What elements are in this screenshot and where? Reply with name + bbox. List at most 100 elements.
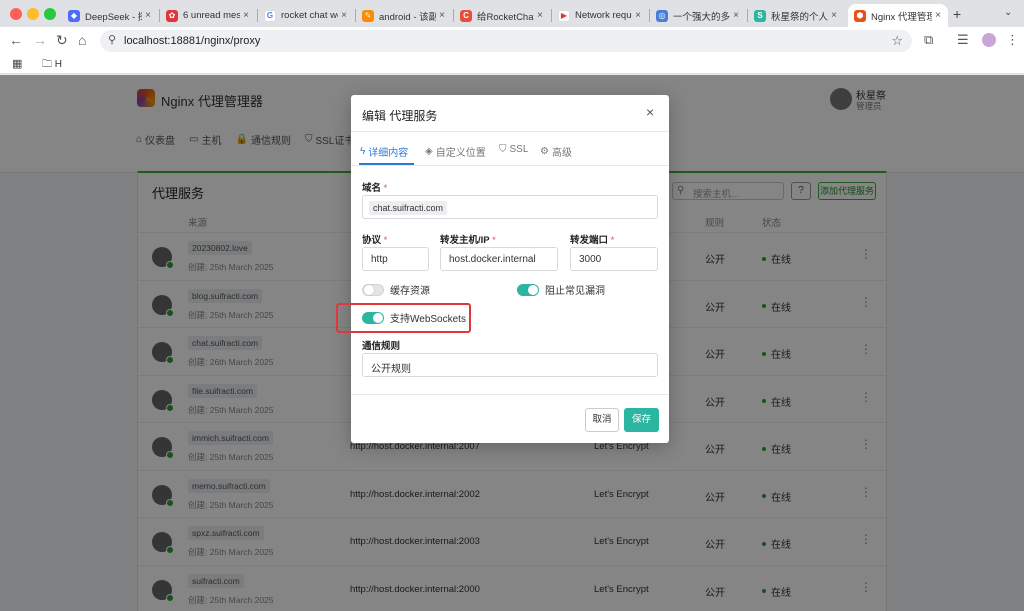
dialog-title: 编辑 代理服务 <box>362 109 438 123</box>
forward-arrow-icon[interactable]: → <box>33 32 47 48</box>
tab-label: Network reque <box>575 10 632 21</box>
nginx-favicon-icon: ⬢ <box>854 9 866 22</box>
bookmark-star-icon[interactable]: ☆ <box>891 33 903 49</box>
tab-label: 给RocketChat <box>477 11 534 23</box>
window-minimize-button[interactable] <box>27 8 39 20</box>
tab-ssl[interactable]: ⛉ SSL <box>499 144 528 155</box>
toggle-knob <box>528 284 538 295</box>
tab-label: rocket chat we <box>281 10 338 21</box>
browser-menu-icon[interactable]: ⋮ <box>1006 32 1019 48</box>
window-close-button[interactable] <box>10 8 22 20</box>
required-mark: * <box>383 183 388 194</box>
tab-close-icon[interactable]: × <box>932 10 944 21</box>
cache-assets-toggle[interactable] <box>362 283 384 296</box>
domain-chip[interactable]: chat.suifracti.com <box>369 201 448 215</box>
browser-tab-bar: ◆ DeepSeek - 探 × ✿ 6 unread mess × G roc… <box>0 0 1024 27</box>
address-bar[interactable]: ⚲ localhost:18881/nginx/proxy ☆ <box>100 30 912 52</box>
domain-names-input[interactable]: chat.suifracti.com <box>362 195 658 219</box>
home-icon[interactable]: ⌂ <box>78 32 86 48</box>
tab-label: 6 unread mess <box>183 10 240 21</box>
window-zoom-button[interactable] <box>44 8 56 20</box>
youtube-favicon-icon: ▶ <box>558 9 570 22</box>
google-favicon-icon: G <box>264 9 276 22</box>
tab-close-icon[interactable]: × <box>632 10 644 21</box>
dialog-tabs: ϟ 详细内容 ◈ 自定义位置 ⛉ SSL ⚙ 高级 <box>351 132 669 166</box>
reload-icon[interactable]: ↻ <box>56 32 68 48</box>
block-exploits-toggle[interactable] <box>517 283 539 296</box>
browser-tab[interactable]: ◆ DeepSeek - 探 × <box>62 4 158 27</box>
block-exploits-toggle-row[interactable]: 阻止常见漏洞 <box>517 282 605 297</box>
bookmarks-bar: ▦ 🗀 H <box>0 54 1024 74</box>
browser-tab[interactable]: ✎ android - 该副 × <box>356 4 452 27</box>
back-arrow-icon[interactable]: ← <box>9 32 23 48</box>
toggle-knob <box>364 284 374 295</box>
browser-tab-active[interactable]: ⬢ Nginx 代理管理 × <box>848 4 948 27</box>
forward-port-label-text: 转发端口 <box>570 235 609 246</box>
required-mark: * <box>383 235 388 246</box>
tab-label: Nginx 代理管理 <box>871 11 932 23</box>
profile-avatar-icon[interactable] <box>982 33 996 47</box>
layers-icon: ◈ <box>425 146 433 157</box>
tab-label: 高级 <box>551 148 572 159</box>
tab-close-icon[interactable]: × <box>436 10 448 21</box>
address-url[interactable]: localhost:18881/nginx/proxy <box>124 35 260 47</box>
cache-assets-toggle-row[interactable]: 缓存资源 <box>362 282 430 297</box>
access-list-label: 通信规则 <box>362 341 401 352</box>
forward-host-label: 转发主机/IP * <box>440 232 496 246</box>
tab-advanced[interactable]: ⚙ 高级 <box>540 144 572 159</box>
new-tab-button[interactable]: + <box>953 6 961 22</box>
close-icon[interactable]: × <box>646 104 654 120</box>
extensions-puzzle-icon[interactable]: ⧉ <box>924 32 933 48</box>
browser-tab[interactable]: C 给RocketChat × <box>454 4 550 27</box>
access-list-select[interactable]: 公开规则 <box>362 353 658 377</box>
tab-search-chevron-icon[interactable]: ⌄ <box>1004 7 1012 18</box>
reading-list-icon[interactable]: ☰ <box>957 32 969 48</box>
tab-label: 自定义位置 <box>435 148 486 159</box>
forward-port-input[interactable]: 3000 <box>570 247 658 271</box>
scheme-select[interactable]: http <box>362 247 429 271</box>
edit-favicon-icon: ✎ <box>362 9 374 22</box>
browser-toolbar: ← → ↻ ⌂ ⚲ localhost:18881/nginx/proxy ☆ … <box>0 27 1024 54</box>
forward-host-label-text: 转发主机/IP <box>440 235 490 246</box>
cancel-button[interactable]: 取消 <box>585 408 619 432</box>
tab-label: 一个强大的多功 <box>673 11 730 23</box>
tab-close-icon[interactable]: × <box>338 10 350 21</box>
block-exploits-label: 阻止常见漏洞 <box>545 286 605 297</box>
tab-details[interactable]: ϟ 详细内容 <box>360 144 408 159</box>
domain-label: 域名 * <box>362 180 387 194</box>
bookmark-folder[interactable]: 🗀 H <box>42 57 62 74</box>
forward-host-input[interactable]: host.docker.internal <box>440 247 558 271</box>
deepseek-favicon-icon: ◆ <box>68 9 80 22</box>
shield-icon: ⛉ <box>499 144 507 155</box>
tab-label: android - 该副 <box>379 11 436 23</box>
tab-close-icon[interactable]: × <box>828 10 840 21</box>
active-tab-underline <box>359 163 414 165</box>
save-button[interactable]: 保存 <box>624 408 659 432</box>
required-mark: * <box>610 235 615 246</box>
tab-label: 详细内容 <box>368 148 409 159</box>
tab-label: SSL <box>509 144 529 155</box>
required-mark: * <box>492 235 496 246</box>
apps-grid-icon[interactable]: ▦ <box>12 57 22 70</box>
forward-port-label: 转发端口 * <box>570 232 614 246</box>
folder-icon: 🗀 <box>42 59 52 70</box>
browser-tab[interactable]: ◎ 一个强大的多功 × <box>650 4 746 27</box>
tab-custom-locations[interactable]: ◈ 自定义位置 <box>425 144 486 159</box>
domain-label-text: 域名 <box>362 183 382 194</box>
tab-close-icon[interactable]: × <box>142 10 154 21</box>
site-info-icon[interactable]: ⚲ <box>108 33 116 46</box>
dialog-header: 编辑 代理服务 × <box>351 95 669 132</box>
tab-close-icon[interactable]: × <box>730 10 742 21</box>
browser-tab[interactable]: S 秋星祭的个人 × <box>748 4 844 27</box>
tab-close-icon[interactable]: × <box>240 10 252 21</box>
tab-close-icon[interactable]: × <box>534 10 546 21</box>
gear-icon: ⚙ <box>540 146 549 157</box>
bookmark-folder-label: H <box>54 59 63 70</box>
browser-tab[interactable]: ▶ Network reque × <box>552 4 648 27</box>
browser-tab[interactable]: ✿ 6 unread mess × <box>160 4 256 27</box>
tab-label: DeepSeek - 探 <box>85 11 142 23</box>
csdn-favicon-icon: C <box>460 9 472 22</box>
browser-tab[interactable]: G rocket chat we × <box>258 4 354 27</box>
websockets-highlight-box <box>336 303 471 333</box>
tab-label: 秋星祭的个人 <box>771 11 828 23</box>
